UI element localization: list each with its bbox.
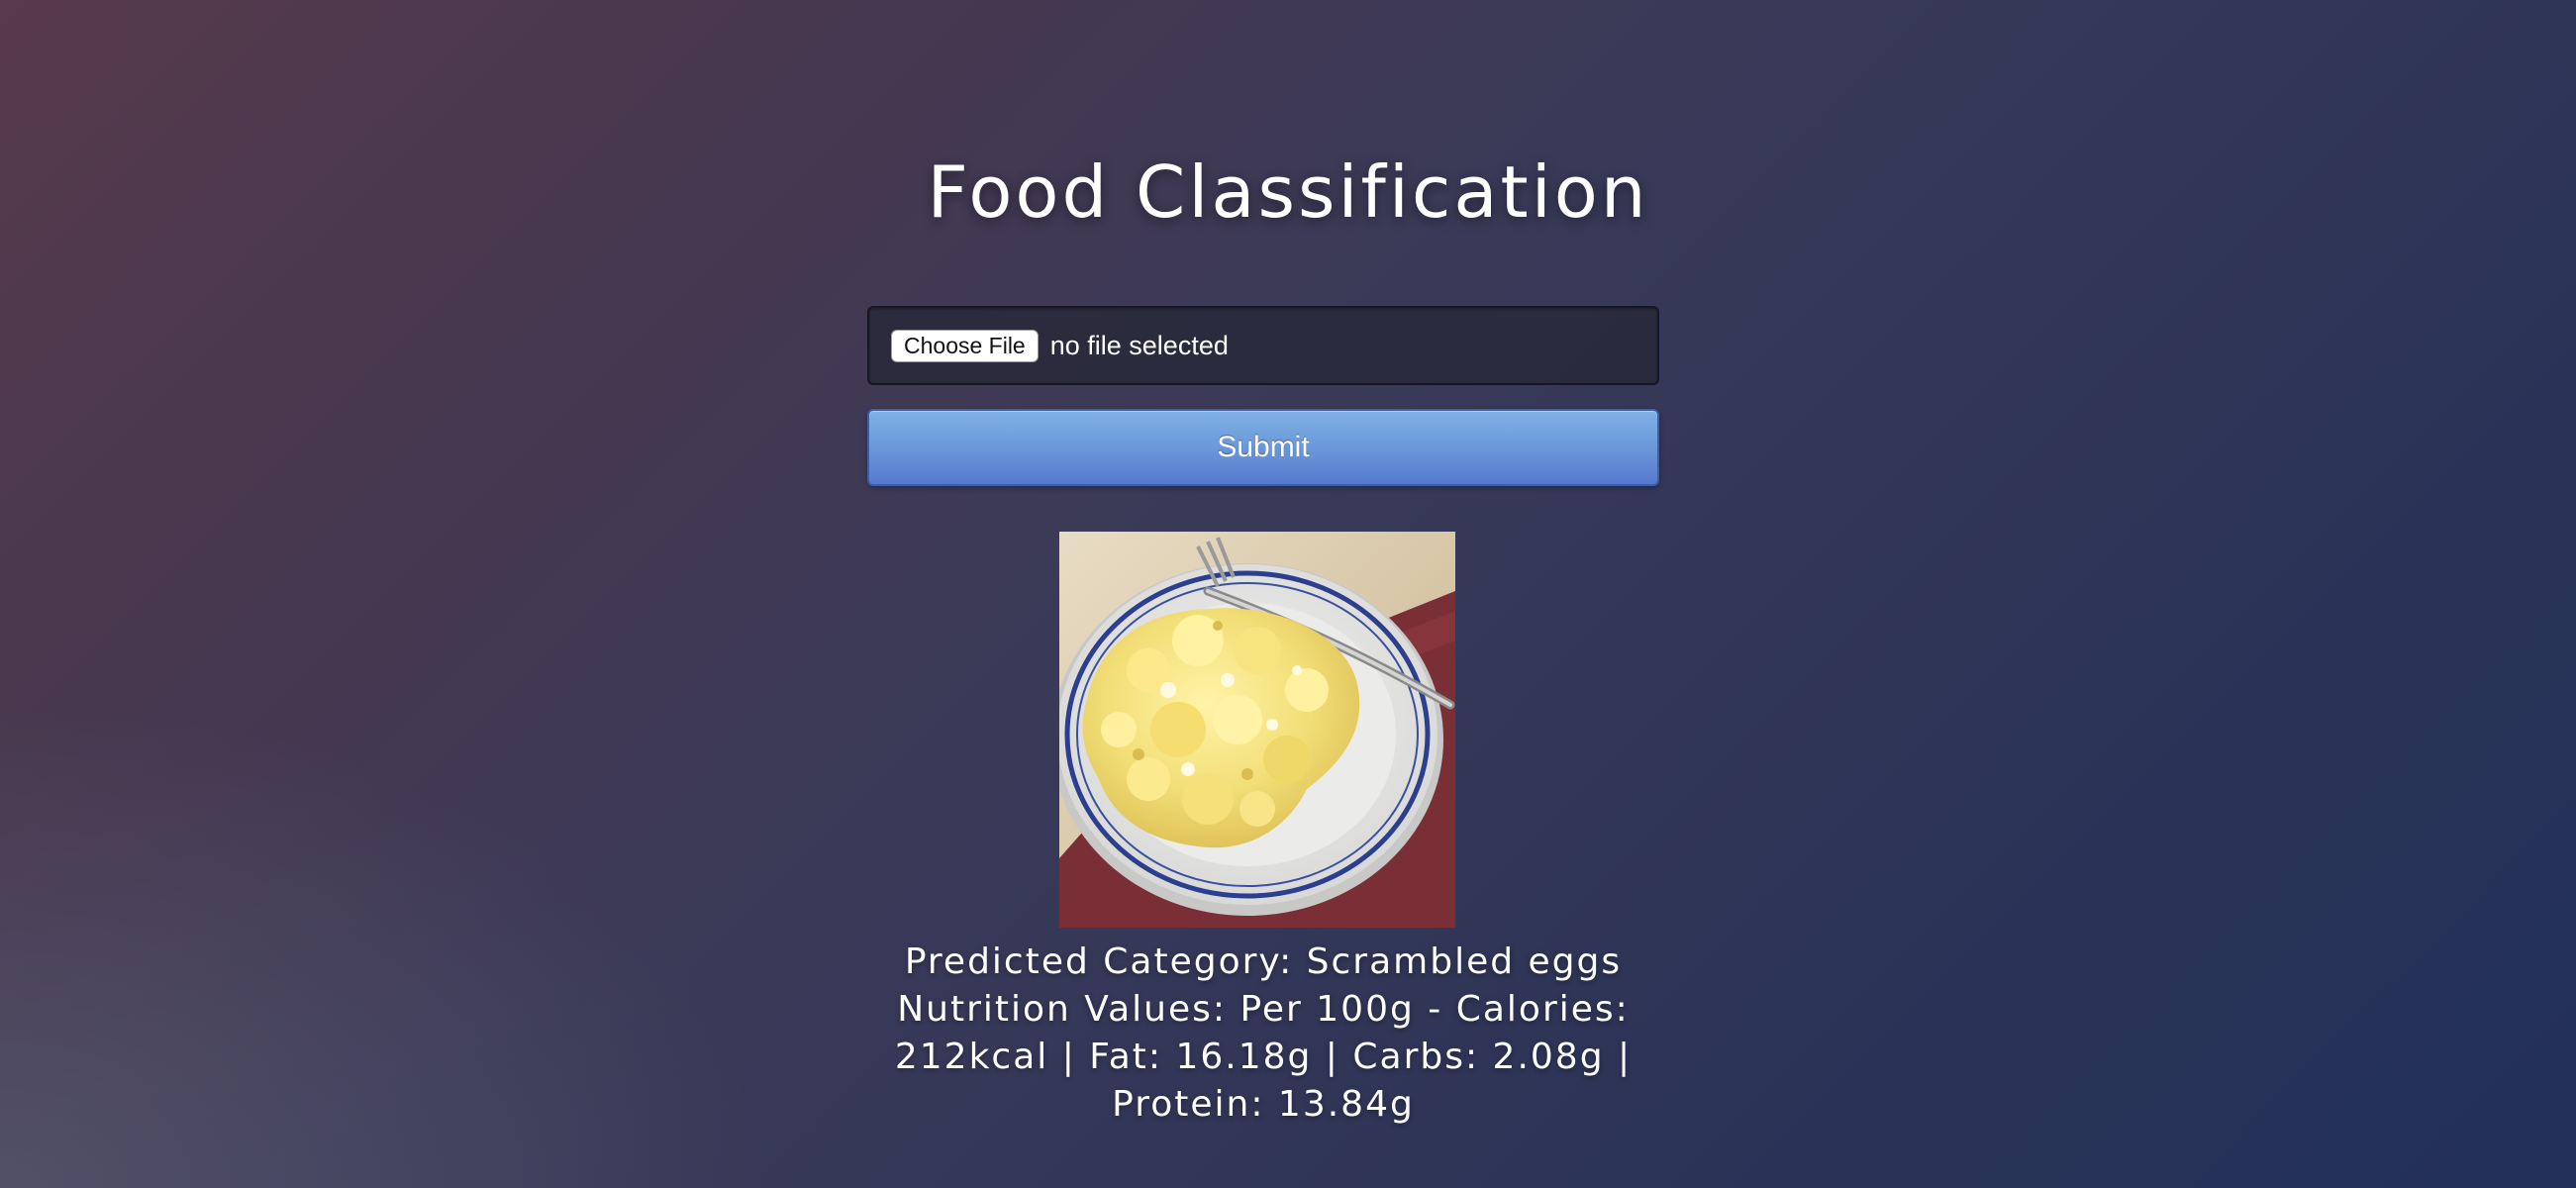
- submit-button[interactable]: Submit: [867, 409, 1659, 486]
- uploaded-food-image: [1059, 532, 1455, 928]
- file-status-text: no file selected: [1049, 330, 1229, 360]
- nutrition-values-text: Nutrition Values: Per 100g - Calories: 2…: [894, 989, 1633, 1125]
- page-container: Food Classification Choose File no file …: [0, 0, 2576, 1188]
- choose-file-button[interactable]: Choose File: [891, 329, 1039, 362]
- file-upload-field[interactable]: Choose File no file selected: [867, 306, 1659, 385]
- scrambled-eggs-image: [1059, 532, 1455, 928]
- predicted-category-text: Predicted Category: Scrambled eggs: [904, 941, 1623, 982]
- prediction-result: Predicted Category: Scrambled eggs Nutri…: [867, 939, 1659, 1129]
- page-title: Food Classification: [927, 150, 1649, 234]
